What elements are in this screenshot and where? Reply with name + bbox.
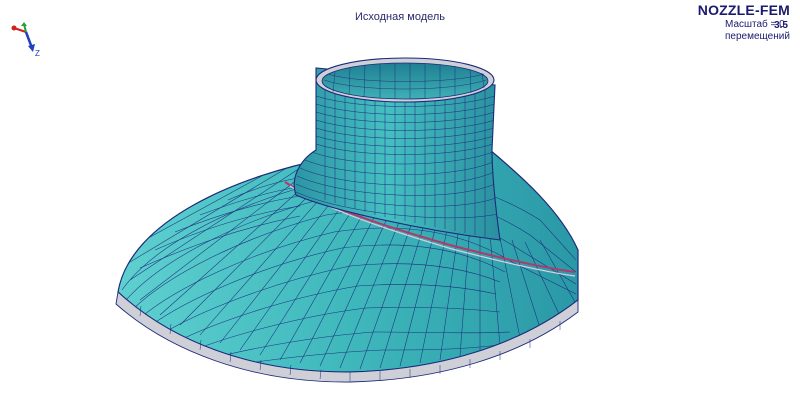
view-title: Исходная модель [354,11,446,23]
axis-z-label: Z [35,49,40,58]
scale-label: Масштаб = 0 [725,19,785,30]
displacements-label: перемещений [725,31,790,42]
fem-mesh-model [115,57,579,383]
app-name: NOZZLE-FEM [697,2,790,18]
model-viewport[interactable]: Исходная модель NOZZLE-FEM 3.5 Масштаб =… [0,0,800,410]
axis-triad-icon[interactable]: Z [6,22,50,62]
axis-z-icon [24,31,35,52]
